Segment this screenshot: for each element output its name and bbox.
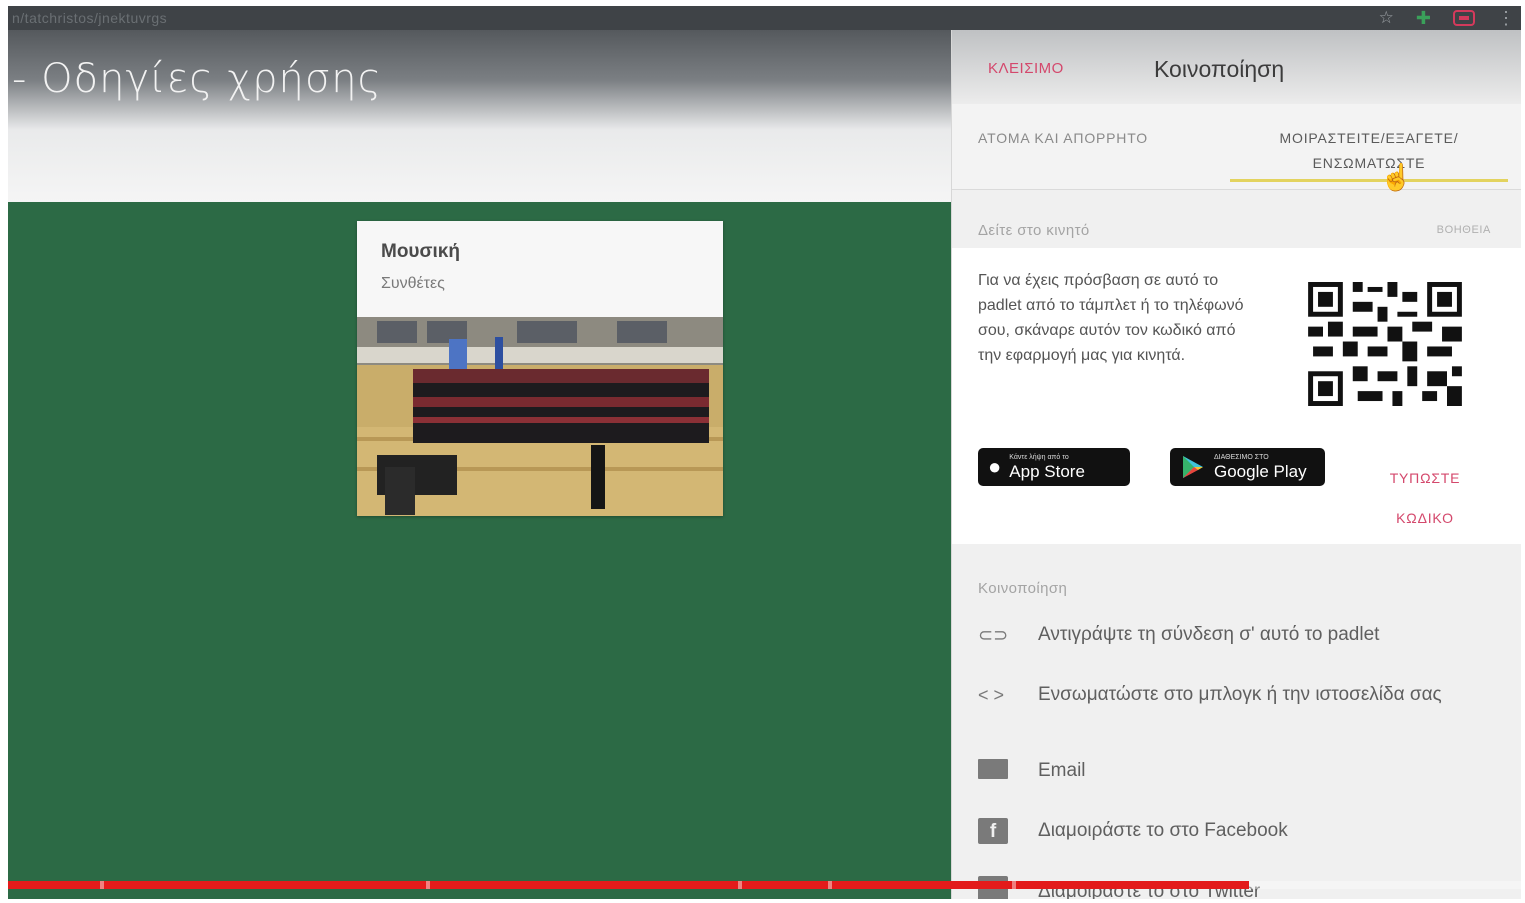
post-subtitle: Συνθέτες <box>381 275 445 292</box>
app-store-button[interactable]: ● Κάντε λήψη από το App Store <box>978 448 1130 486</box>
mobile-section-label: Δείτε στο κινητό <box>978 222 1090 239</box>
copy-link-option[interactable]: ⊂⊃ Αντιγράψτε τη σύνδεση σ' αυτό το padl… <box>978 620 1498 650</box>
app-store-small-label: Κάντε λήψη από το <box>1009 454 1069 461</box>
hand-cursor-icon: ☝ <box>1380 162 1413 192</box>
address-bar[interactable]: n/tatchristos/jnektuvrgs <box>12 10 167 26</box>
tab-people-privacy[interactable]: ΑΤΟΜΑ ΚΑΙ ΑΠΟΡΡΗΤΟ <box>978 130 1148 146</box>
google-play-label: Google Play <box>1214 462 1307 481</box>
post-photo-choir[interactable] <box>357 317 723 516</box>
share-tabs: ΑΤΟΜΑ ΚΑΙ ΑΠΟΡΡΗΤΟ ΜΟΙΡΑΣΤΕΙΤΕ/ΕΞΑΓΕΤΕ/ … <box>952 104 1521 192</box>
panel-title: Κοινοποίηση <box>1154 56 1285 82</box>
facebook-label: Διαμοιράστε το στο Facebook <box>1038 820 1288 841</box>
chapter-marker <box>100 881 104 889</box>
email-icon <box>978 758 1008 779</box>
padlet-title: - Οδηγίες χρήσης <box>12 56 383 102</box>
app-store-label: App Store <box>1009 462 1085 481</box>
help-link[interactable]: ΒΟΗΘΕΙΑ <box>1437 224 1491 236</box>
browser-toolbar: n/tatchristos/jnektuvrgs ☆ ✚ ⋮ <box>8 6 1521 30</box>
share-panel: ΚΛΕΙΣΙΜΟ Κοινοποίηση ΑΤΟΜΑ ΚΑΙ ΑΠΟΡΡΗΤΟ … <box>951 30 1521 899</box>
video-progress-bar[interactable] <box>8 881 1521 889</box>
facebook-option[interactable]: f Διαμοιράστε το στο Facebook <box>978 816 1498 846</box>
chapter-marker <box>426 881 430 889</box>
apple-icon: ● <box>988 454 1002 479</box>
close-button[interactable]: ΚΛΕΙΣΙΜΟ <box>988 60 1064 77</box>
menu-kebab-icon[interactable]: ⋮ <box>1497 6 1515 30</box>
tab-share-export-embed[interactable]: ΜΟΙΡΑΣΤΕΙΤΕ/ΕΞΑΓΕΤΕ/ ΕΝΣΩΜΑΤΩΣΤΕ <box>1230 126 1508 182</box>
embed-label: Ενσωματώστε στο μπλογκ ή την ιστοσελίδα … <box>1038 684 1442 705</box>
code-icon: < > <box>978 684 1005 705</box>
link-icon: ⊂⊃ <box>978 624 1009 645</box>
screen-frame: n/tatchristos/jnektuvrgs ☆ ✚ ⋮ - Οδηγίες… <box>8 6 1521 899</box>
chapter-marker <box>738 881 742 889</box>
google-play-icon <box>1183 456 1203 478</box>
cast-extension-icon[interactable] <box>1453 10 1475 26</box>
copy-link-label: Αντιγράψτε τη σύνδεση σ' αυτό το padlet <box>1038 624 1380 645</box>
enter-code-link[interactable]: ΤΥΠΩΣΤΕ ΚΩΔΙΚΟ <box>1380 458 1470 538</box>
choir-photo-image <box>357 317 723 516</box>
embed-option[interactable]: < > Ενσωματώστε στο μπλογκ ή την ιστοσελ… <box>978 680 1498 710</box>
post-card[interactable]: Μουσική Συνθέτες <box>357 221 723 516</box>
qr-code-icon <box>1308 282 1462 406</box>
panel-header: ΚΛΕΙΣΙΜΟ Κοινοποίηση <box>952 30 1521 104</box>
chapter-marker <box>828 881 832 889</box>
google-play-button[interactable]: ΔΙΑΘΕΣΙΜΟ ΣΤΟ Google Play <box>1170 448 1325 486</box>
facebook-icon: f <box>978 818 1008 844</box>
post-title: Μουσική <box>381 241 460 262</box>
email-option[interactable]: Email <box>978 756 1498 786</box>
google-play-small-label: ΔΙΑΘΕΣΙΜΟ ΣΤΟ <box>1214 454 1269 461</box>
chapter-marker <box>1012 881 1016 889</box>
browser-icons: ☆ ✚ ⋮ <box>1379 6 1515 30</box>
share-section-label: Κοινοποίηση <box>978 580 1068 597</box>
email-label: Email <box>1038 760 1086 781</box>
mobile-access-box: Για να έχεις πρόσβαση σε αυτό το padlet … <box>952 248 1521 544</box>
star-icon[interactable]: ☆ <box>1379 6 1394 30</box>
mobile-description: Για να έχεις πρόσβαση σε αυτό το padlet … <box>978 272 1244 364</box>
video-progress-played <box>8 881 1249 889</box>
extension-puzzle-icon[interactable]: ✚ <box>1416 6 1431 30</box>
